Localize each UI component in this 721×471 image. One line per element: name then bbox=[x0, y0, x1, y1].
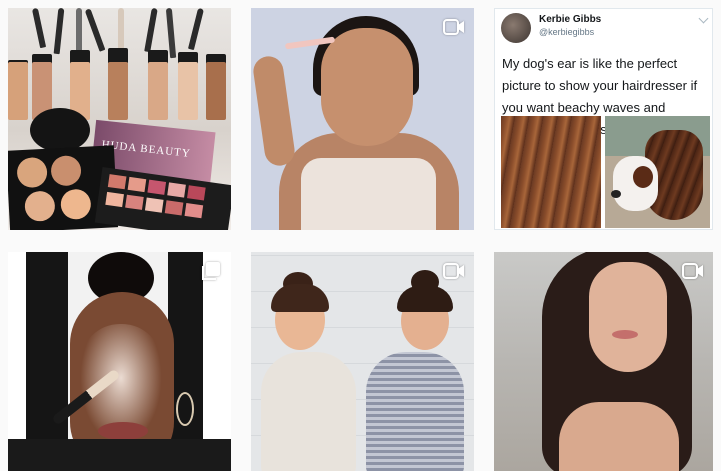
chevron-down-icon bbox=[698, 13, 709, 24]
post-tile-tweet[interactable]: Kerbie Gibbs @kerbiegibbs My dog's ear i… bbox=[494, 8, 713, 230]
figure-top bbox=[301, 158, 436, 230]
foundation-bottle bbox=[8, 62, 28, 120]
carousel-icon bbox=[199, 260, 223, 282]
palette-shade bbox=[16, 156, 48, 189]
palette-shade bbox=[184, 203, 204, 219]
post-tile-contour-video[interactable] bbox=[251, 8, 474, 230]
foundation-bottle bbox=[178, 62, 198, 120]
tweet-author-handle: @kerbiegibbs bbox=[539, 27, 595, 37]
avatar bbox=[501, 13, 531, 43]
child-hair bbox=[271, 284, 329, 312]
dog-nose bbox=[611, 190, 621, 198]
post-tile-toddlers-video[interactable] bbox=[251, 252, 474, 471]
palette-shade bbox=[167, 182, 186, 198]
palette-shade bbox=[50, 154, 82, 187]
makeup-brush bbox=[53, 8, 65, 55]
post-tile-baking-makeup[interactable] bbox=[8, 252, 231, 471]
powder-jar bbox=[30, 108, 90, 152]
video-icon bbox=[442, 16, 466, 38]
palette-shade bbox=[164, 200, 184, 216]
palette-shade bbox=[144, 197, 164, 213]
figure-lips bbox=[612, 330, 638, 339]
foundation-bottle bbox=[108, 62, 128, 120]
foundation-bottle bbox=[206, 62, 226, 120]
figure-arm bbox=[251, 54, 297, 168]
child-hair bbox=[397, 286, 453, 312]
palette-shade bbox=[24, 190, 56, 222]
palette-shade bbox=[60, 188, 92, 221]
makeup-brush bbox=[84, 8, 106, 52]
background-floor bbox=[8, 439, 231, 471]
video-icon bbox=[681, 260, 705, 282]
dog-eye-patch bbox=[633, 166, 653, 188]
makeup-brush bbox=[188, 8, 204, 51]
tweet-image-dog bbox=[605, 116, 710, 228]
palette-shade bbox=[107, 174, 127, 190]
figure-lips bbox=[98, 422, 148, 440]
video-icon bbox=[442, 260, 466, 282]
child-dress bbox=[261, 352, 356, 471]
post-tile-portrait-video[interactable] bbox=[494, 252, 713, 471]
makeup-brush bbox=[31, 8, 47, 49]
figure-shoulders bbox=[559, 402, 679, 471]
palette-shade bbox=[105, 191, 124, 208]
tweet-image-wavy-hair bbox=[501, 116, 601, 228]
child-dress bbox=[366, 352, 464, 471]
hoop-earring bbox=[176, 392, 194, 426]
palette-shade bbox=[127, 176, 147, 193]
post-tile-makeup-products[interactable]: HUDA BEAUTY bbox=[8, 8, 231, 230]
tweet-author-name: Kerbie Gibbs bbox=[539, 14, 602, 25]
palette-brand-text: HUDA BEAUTY bbox=[101, 138, 192, 160]
figure-face bbox=[321, 28, 413, 146]
palette-shade bbox=[187, 185, 206, 201]
makeup-brush bbox=[144, 8, 158, 53]
figure-face bbox=[589, 262, 667, 372]
foundation-bottle bbox=[148, 62, 168, 120]
palette-shade bbox=[125, 194, 144, 210]
palette-shade bbox=[147, 179, 167, 195]
